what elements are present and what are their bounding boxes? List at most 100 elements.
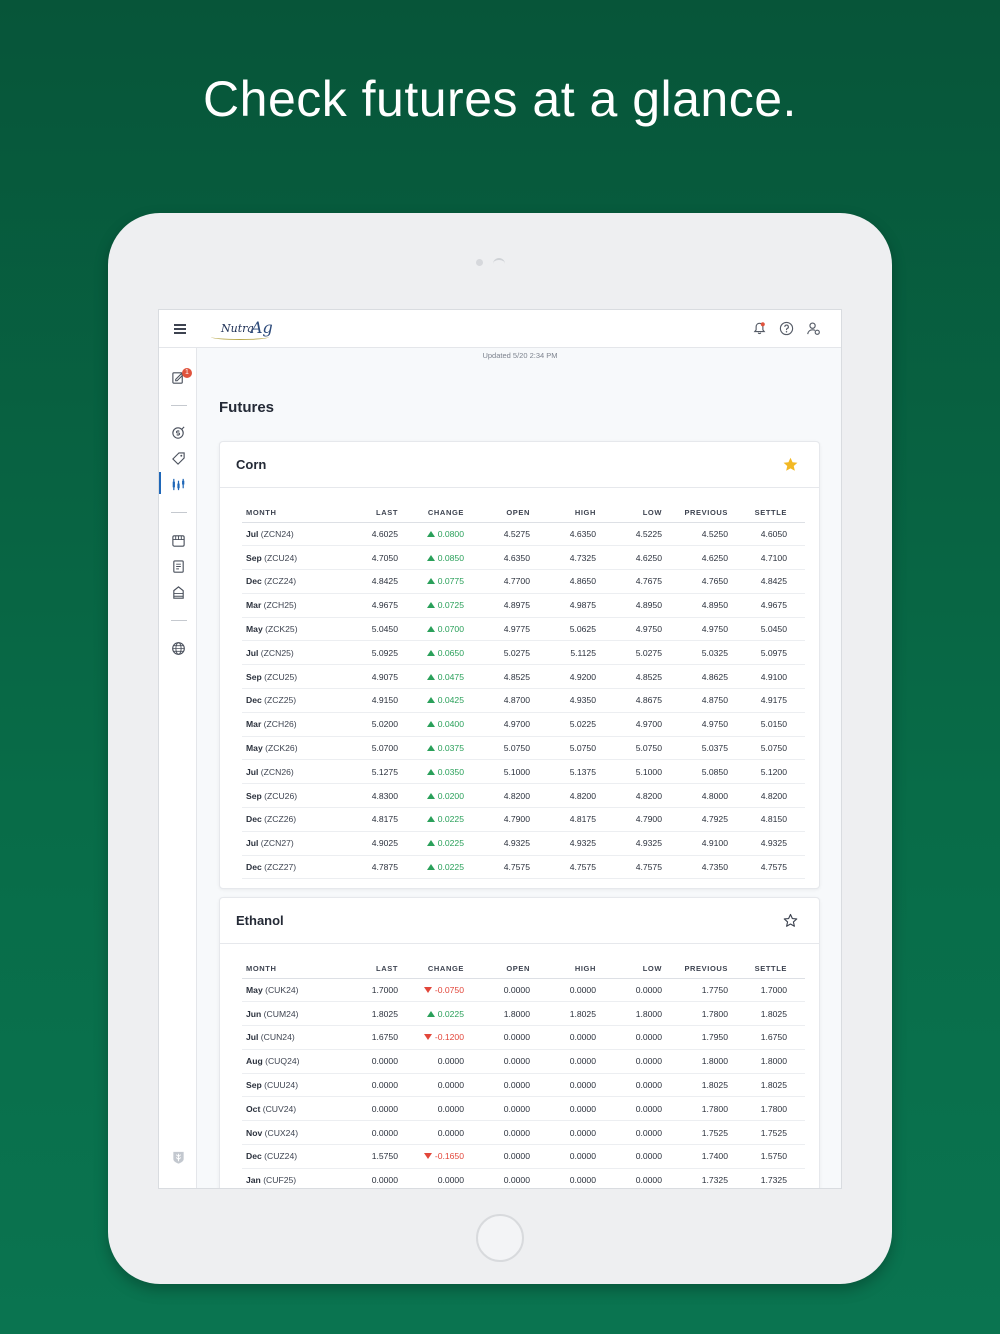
table-row[interactable]: May (ZCK25) 5.0450 0.0700 4.9775 5.0625 4.975… [242, 617, 805, 642]
high-cell: 0.0000 [530, 1096, 596, 1122]
tag-icon [172, 452, 185, 465]
open-cell: 4.7900 [464, 807, 530, 832]
table-row[interactable]: Sep (ZCU26) 4.8300 0.0200 4.8200 4.8200 4.820… [242, 783, 805, 809]
globe-icon [172, 642, 185, 655]
arrow-down-icon [423, 1153, 432, 1160]
dollar-target-icon [172, 426, 185, 439]
menu-icon[interactable] [174, 324, 186, 334]
logo[interactable]: Nutra Ag [211, 318, 281, 340]
home-button[interactable] [476, 1214, 524, 1262]
month-cell: Jul (CUN24) [242, 1025, 326, 1050]
favorite-star-icon[interactable] [782, 456, 799, 473]
open-cell: 0.0000 [464, 1120, 530, 1146]
table-row[interactable]: Oct (CUV24) 0.0000 0.0000 0.0000 0.0000 0.000… [242, 1096, 805, 1122]
change-cell: 0.0225 [398, 855, 464, 880]
column-header-last: LAST [326, 504, 398, 523]
table-row[interactable]: Mar (ZCH26) 5.0200 0.0400 4.9700 5.0225 4.970… [242, 712, 805, 737]
column-header-change: CHANGE [398, 960, 464, 979]
column-header-last: LAST [326, 960, 398, 979]
high-cell: 0.0000 [530, 978, 596, 1003]
change-cell: 0.0225 [398, 831, 464, 856]
table-row[interactable]: May (ZCK26) 5.0700 0.0375 5.0750 5.0750 5.075… [242, 736, 805, 761]
help-icon[interactable] [779, 321, 794, 341]
last-cell: 0.0000 [326, 1168, 398, 1188]
user-settings-icon[interactable] [806, 321, 821, 341]
table-row[interactable]: Jan (CUF25) 0.0000 0.0000 0.0000 0.0000 0.000… [242, 1168, 805, 1188]
low-cell: 5.0275 [596, 640, 662, 666]
low-cell: 0.0000 [596, 1096, 662, 1122]
change-cell: 0.0700 [398, 617, 464, 642]
previous-cell: 4.9750 [662, 617, 728, 642]
table-row[interactable]: Jul (ZCN25) 5.0925 0.0650 5.0275 5.1125 5.027… [242, 640, 805, 666]
settle-cell: 4.8425 [728, 569, 805, 594]
table-row[interactable]: Sep (CUU24) 0.0000 0.0000 0.0000 0.0000 0.000… [242, 1073, 805, 1098]
table-row[interactable]: Dec (ZCZ24) 4.8425 0.0775 4.7700 4.8650 4.767… [242, 569, 805, 594]
last-cell: 0.0000 [326, 1120, 398, 1146]
open-cell: 0.0000 [464, 1073, 530, 1098]
table-row[interactable]: Jul (ZCN26) 5.1275 0.0350 5.1000 5.1375 5.100… [242, 759, 805, 785]
previous-cell: 1.7525 [662, 1120, 728, 1146]
sidebar-item-statements[interactable] [171, 559, 186, 574]
grain-bin-icon [173, 586, 184, 599]
table-row[interactable]: Nov (CUX24) 0.0000 0.0000 0.0000 0.0000 0.000… [242, 1120, 805, 1146]
last-cell: 1.5750 [326, 1144, 398, 1169]
favorite-star-outline-icon[interactable] [782, 912, 799, 929]
low-cell: 0.0000 [596, 1025, 662, 1050]
table-row[interactable]: Dec (ZCZ25) 4.9150 0.0425 4.8700 4.9350 4.867… [242, 688, 805, 713]
sidebar-item-offers[interactable] [171, 451, 186, 466]
table-row[interactable]: Jul (CUN24) 1.6750 -0.1200 0.0000 0.0000 0.00… [242, 1025, 805, 1050]
column-header-low: LOW [596, 504, 662, 523]
sidebar-brand-shield [171, 1150, 186, 1165]
settle-cell: 4.7100 [728, 545, 805, 571]
table-row[interactable]: Sep (ZCU25) 4.9075 0.0475 4.8525 4.9200 4.852… [242, 664, 805, 690]
sidebar-item-storage[interactable] [171, 585, 186, 600]
table-row[interactable]: Dec (ZCZ27) 4.7875 0.0225 4.7575 4.7575 4.757… [242, 855, 805, 880]
last-cell: 4.9075 [326, 664, 398, 690]
high-cell: 4.8650 [530, 569, 596, 594]
high-cell: 5.0625 [530, 617, 596, 642]
table-row[interactable]: Mar (ZCH25) 4.9675 0.0725 4.8975 4.9875 4.895… [242, 593, 805, 618]
table-row[interactable]: May (CUK24) 1.7000 -0.0750 0.0000 0.0000 0.00… [242, 978, 805, 1003]
previous-cell: 4.9750 [662, 712, 728, 737]
change-cell: 0.0650 [398, 640, 464, 666]
arrow-up-icon [426, 864, 435, 871]
column-header-low: LOW [596, 960, 662, 979]
previous-cell: 4.8000 [662, 783, 728, 809]
table-row[interactable]: Dec (ZCZ26) 4.8175 0.0225 4.7900 4.8175 4.790… [242, 807, 805, 832]
change-cell: 0.0000 [398, 1168, 464, 1188]
previous-cell: 4.9100 [662, 831, 728, 856]
low-cell: 4.8675 [596, 688, 662, 713]
table-row[interactable]: Jul (ZCN24) 4.6025 0.0800 4.5275 4.6350 4.522… [242, 522, 805, 547]
sidebar-item-futures[interactable] [171, 477, 186, 492]
table-row[interactable]: Jul (ZCN27) 4.9025 0.0225 4.9325 4.9325 4.932… [242, 831, 805, 856]
last-cell: 0.0000 [326, 1096, 398, 1122]
open-cell: 5.0750 [464, 736, 530, 761]
previous-cell: 4.8950 [662, 593, 728, 618]
previous-cell: 5.0325 [662, 640, 728, 666]
high-cell: 0.0000 [530, 1049, 596, 1074]
previous-cell: 1.7950 [662, 1025, 728, 1050]
sidebar-item-pricing[interactable] [171, 425, 186, 440]
table-row[interactable]: Aug (CUQ24) 0.0000 0.0000 0.0000 0.0000 0.000… [242, 1049, 805, 1074]
open-cell: 4.6350 [464, 545, 530, 571]
table-row[interactable]: Sep (ZCU24) 4.7050 0.0850 4.6350 4.7325 4.625… [242, 545, 805, 571]
last-cell: 5.0200 [326, 712, 398, 737]
previous-cell: 4.5250 [662, 522, 728, 547]
active-indicator [159, 472, 161, 494]
arrow-up-icon [426, 768, 435, 775]
last-cell: 4.9150 [326, 688, 398, 713]
table-row[interactable]: Dec (CUZ24) 1.5750 -0.1650 0.0000 0.0000 0.00… [242, 1144, 805, 1169]
storefront-icon [172, 535, 185, 547]
table-row[interactable]: Jun (CUM24) 1.8025 0.0225 1.8000 1.8025 1.800… [242, 1001, 805, 1027]
low-cell: 4.7675 [596, 569, 662, 594]
last-cell: 4.7050 [326, 545, 398, 571]
column-header-high: HIGH [530, 960, 596, 979]
sidebar-item-contracts[interactable] [171, 533, 186, 548]
settle-cell: 4.9675 [728, 593, 805, 618]
previous-cell: 4.7925 [662, 807, 728, 832]
last-cell: 5.1275 [326, 759, 398, 785]
shield-leaf-icon [173, 1151, 184, 1164]
bell-icon[interactable] [752, 321, 767, 341]
previous-cell: 5.0375 [662, 736, 728, 761]
sidebar-item-web[interactable] [171, 641, 186, 656]
